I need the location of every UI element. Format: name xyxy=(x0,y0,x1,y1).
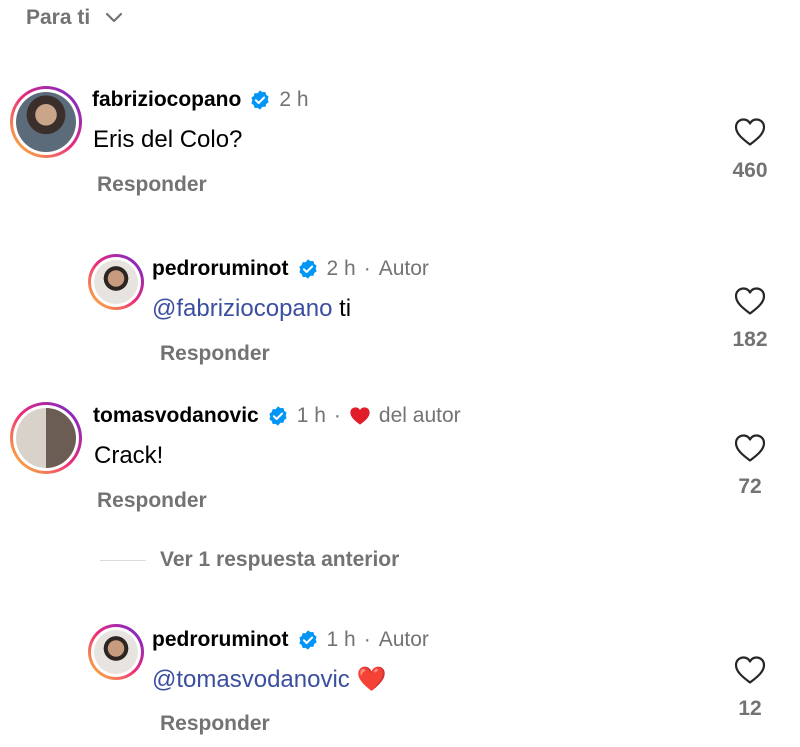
like-button[interactable]: 182 xyxy=(720,286,780,352)
separator-dot: · xyxy=(363,257,371,280)
heart-icon xyxy=(734,656,766,684)
username[interactable]: fabriziocopano xyxy=(92,88,241,112)
reply-button[interactable]: Responder xyxy=(97,173,207,197)
avatar[interactable] xyxy=(10,86,82,158)
reply-button[interactable]: Responder xyxy=(160,712,270,736)
heart-icon xyxy=(734,118,766,146)
author-badge: Autor xyxy=(378,628,429,651)
username[interactable]: tomasvodanovic xyxy=(93,404,259,428)
like-button[interactable]: 12 xyxy=(720,655,780,721)
sort-label: Para ti xyxy=(26,6,91,29)
reply-button[interactable]: Responder xyxy=(97,489,207,513)
like-count: 460 xyxy=(732,159,768,182)
comment-time: 2 h xyxy=(326,257,356,280)
author-liked-label: del autor xyxy=(378,404,461,427)
comment-time: 2 h xyxy=(279,88,309,111)
comment-text: @fabriziocopano ti xyxy=(152,295,351,323)
comment-time: 1 h xyxy=(326,628,356,651)
avatar[interactable] xyxy=(88,624,144,680)
like-count: 182 xyxy=(732,328,768,351)
comment-text: Crack! xyxy=(94,442,164,469)
sort-dropdown[interactable]: Para ti xyxy=(26,6,124,30)
separator-dot: · xyxy=(333,404,341,427)
like-button[interactable]: 72 xyxy=(720,433,780,499)
comment-text: Eris del Colo? xyxy=(93,126,243,153)
comment-text: @tomasvodanovic ❤️ xyxy=(152,665,386,694)
avatar[interactable] xyxy=(88,254,144,310)
mention-link[interactable]: @tomasvodanovic xyxy=(152,666,350,693)
comment-body: ❤️ xyxy=(349,666,387,693)
separator-dot: · xyxy=(363,628,371,651)
verified-badge-icon xyxy=(269,406,287,426)
reply-button[interactable]: Responder xyxy=(160,342,270,366)
username[interactable]: pedroruminot xyxy=(152,257,289,281)
avatar[interactable] xyxy=(10,402,82,474)
like-count: 12 xyxy=(738,697,762,720)
heart-icon xyxy=(734,287,766,315)
verified-badge-icon xyxy=(298,630,317,650)
comment-time: 1 h xyxy=(296,404,326,427)
like-count: 72 xyxy=(738,475,762,498)
verified-badge-icon xyxy=(251,90,269,110)
username[interactable]: pedroruminot xyxy=(152,628,289,652)
author-badge: Autor xyxy=(378,257,429,280)
verified-badge-icon xyxy=(298,259,317,279)
view-replies-label: Ver 1 respuesta anterior xyxy=(160,548,400,571)
heart-icon xyxy=(734,434,766,462)
chevron-down-icon xyxy=(106,12,123,23)
comment-body: ti xyxy=(332,295,352,322)
divider xyxy=(100,559,146,561)
like-button[interactable]: 460 xyxy=(720,117,780,183)
author-heart-icon xyxy=(350,407,370,425)
mention-link[interactable]: @fabriziocopano xyxy=(152,295,332,322)
view-previous-replies-button[interactable]: Ver 1 respuesta anterior xyxy=(100,548,399,572)
